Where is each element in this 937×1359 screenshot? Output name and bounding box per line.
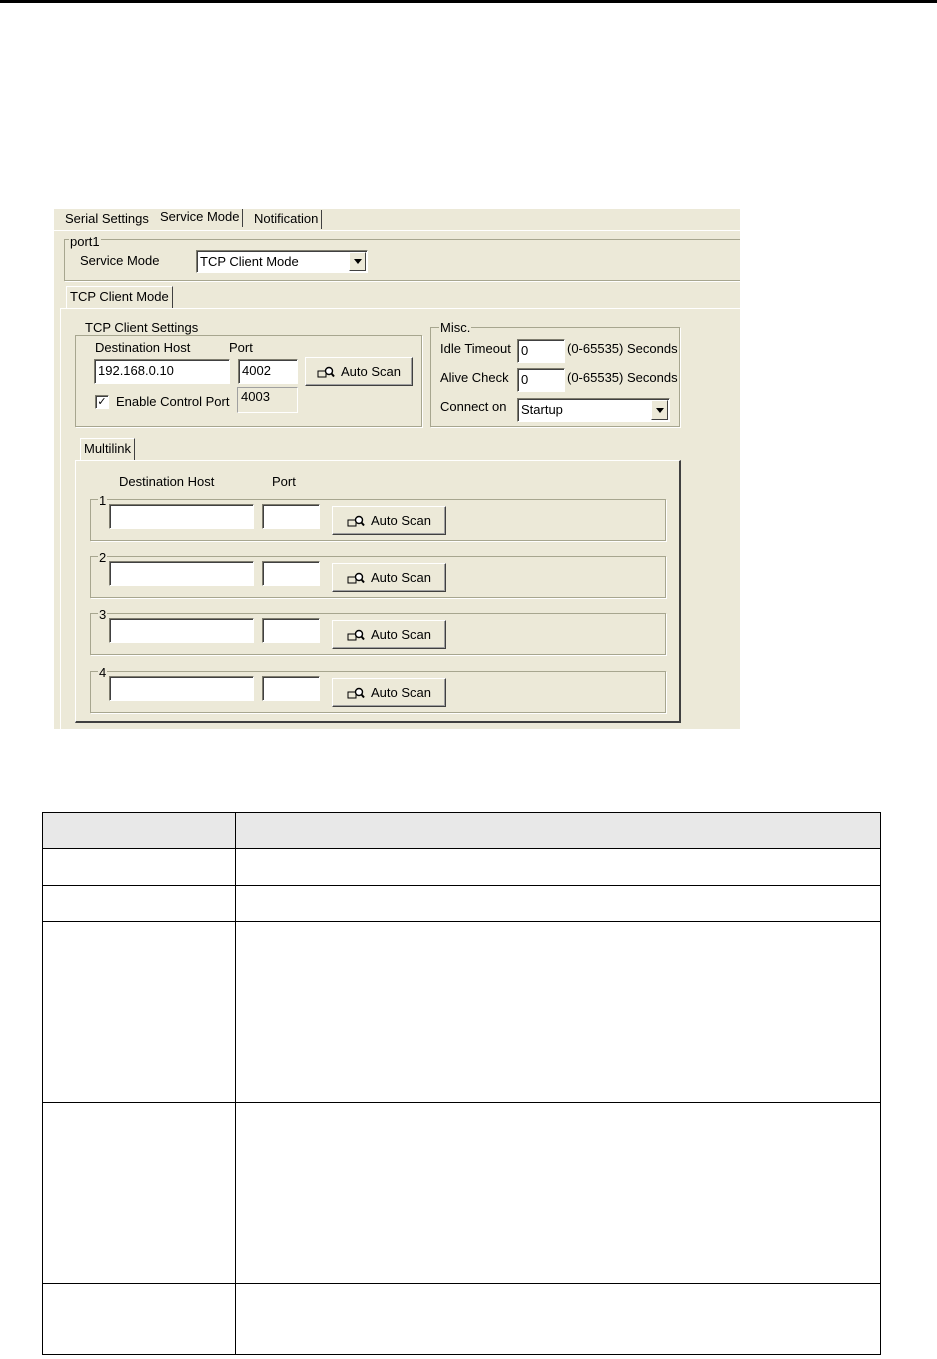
chevron-down-icon [655, 407, 664, 413]
magnifier-scan-icon [317, 366, 335, 377]
multilink-port-input-4[interactable] [262, 676, 320, 701]
table-header-row [42, 812, 881, 849]
port-group-legend: port1 [69, 234, 101, 249]
multilink-destination-host-label: Destination Host [119, 474, 215, 489]
multilink-auto-scan-button-3[interactable]: Auto Scan [332, 620, 446, 649]
table-cell [235, 885, 881, 922]
magnifier-scan-icon [347, 687, 365, 698]
table-cell [235, 1283, 881, 1355]
multilink-port-input-1[interactable] [262, 504, 320, 529]
tab-notification[interactable]: Notification [251, 210, 323, 229]
multilink-port-input-3[interactable] [262, 618, 320, 643]
sub-tab-line [60, 308, 740, 309]
magnifier-scan-icon [347, 572, 365, 583]
multilink-auto-scan-button-2[interactable]: Auto Scan [332, 563, 446, 592]
table-header-cell [235, 812, 881, 849]
page-top-rule [0, 0, 937, 3]
multilink-auto-scan-label-2: Auto Scan [371, 570, 431, 585]
magnifier-scan-icon [347, 629, 365, 640]
tab-multilink[interactable]: Multilink [80, 438, 135, 460]
connect-on-dropdown-button[interactable] [651, 400, 668, 420]
idle-timeout-input[interactable]: 0 [517, 339, 565, 363]
service-mode-dropdown-button[interactable] [349, 252, 366, 271]
multilink-row-1-index: 1 [98, 493, 108, 508]
table-header-cell [42, 812, 236, 849]
table-cell [42, 848, 236, 886]
table-cell [42, 885, 236, 922]
service-mode-select[interactable]: TCP Client Mode [196, 250, 368, 273]
control-port-value: 4003 [237, 387, 298, 413]
multilink-auto-scan-button-4[interactable]: Auto Scan [332, 678, 446, 707]
table-cell [42, 1283, 236, 1355]
tab-serial-settings[interactable]: Serial Settings [62, 210, 152, 229]
multilink-port-input-2[interactable] [262, 561, 320, 586]
idle-timeout-label: Idle Timeout [440, 341, 511, 356]
alive-check-input[interactable]: 0 [517, 368, 565, 392]
multilink-host-input-2[interactable] [109, 561, 254, 586]
tab-service-mode[interactable]: Service Mode [157, 209, 244, 227]
alive-check-unit: (0-65535) Seconds [567, 370, 678, 385]
tab-strip: Serial Settings Service Mode Notificatio… [54, 209, 740, 231]
port-input[interactable]: 4002 [238, 359, 298, 384]
multilink-host-input-1[interactable] [109, 504, 254, 529]
multilink-row-2-index: 2 [98, 550, 108, 565]
table-row [42, 885, 881, 922]
connect-on-label: Connect on [440, 399, 507, 414]
multilink-host-input-3[interactable] [109, 618, 254, 643]
multilink-auto-scan-label-3: Auto Scan [371, 627, 431, 642]
multilink-auto-scan-label-1: Auto Scan [371, 513, 431, 528]
chevron-down-icon [353, 259, 362, 264]
connect-on-select[interactable]: Startup [517, 398, 670, 422]
table-cell [235, 848, 881, 886]
port-label: Port [229, 340, 253, 355]
idle-timeout-unit: (0-65535) Seconds [567, 341, 678, 356]
checkmark-icon: ✓ [97, 396, 107, 408]
table-cell [42, 1102, 236, 1284]
table-row [42, 1102, 881, 1284]
auto-scan-button[interactable]: Auto Scan [305, 357, 413, 386]
enable-control-port-label: Enable Control Port [116, 394, 230, 409]
destination-host-label: Destination Host [95, 340, 191, 355]
tab-strip-divider [54, 230, 740, 231]
tcp-client-settings-legend: TCP Client Settings [84, 320, 200, 335]
connect-on-select-value: Startup [521, 402, 563, 417]
enable-control-port-checkbox[interactable]: ✓ [95, 395, 109, 409]
multilink-host-input-4[interactable] [109, 676, 254, 701]
table-row [42, 921, 881, 1103]
tab-tcp-client-mode[interactable]: TCP Client Mode [66, 286, 173, 308]
service-mode-label: Service Mode [80, 253, 160, 268]
multilink-auto-scan-button-1[interactable]: Auto Scan [332, 506, 446, 535]
multilink-auto-scan-label-4: Auto Scan [371, 685, 431, 700]
alive-check-label: Alive Check [440, 370, 509, 385]
multilink-row-3-index: 3 [98, 607, 108, 622]
service-mode-dialog: Serial Settings Service Mode Notificatio… [54, 209, 740, 729]
table-row [42, 1283, 881, 1355]
table-cell [235, 921, 881, 1103]
multilink-port-label: Port [272, 474, 296, 489]
service-mode-select-value: TCP Client Mode [200, 254, 299, 269]
settings-description-table [42, 812, 881, 1355]
auto-scan-label: Auto Scan [341, 364, 401, 379]
misc-legend: Misc. [439, 320, 472, 335]
sub-tab-page-edge [60, 309, 61, 729]
port-group [64, 239, 740, 281]
table-cell [42, 921, 236, 1103]
table-row [42, 848, 881, 886]
magnifier-scan-icon [347, 515, 365, 526]
destination-host-input[interactable]: 192.168.0.10 [94, 359, 230, 384]
multilink-row-4-index: 4 [98, 665, 108, 680]
table-cell [235, 1102, 881, 1284]
